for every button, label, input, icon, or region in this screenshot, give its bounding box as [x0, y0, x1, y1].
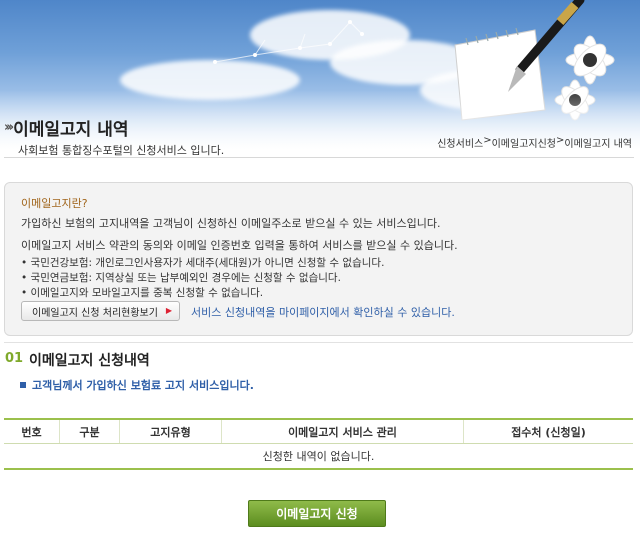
column-header-notice-type: 고지유형: [120, 420, 222, 443]
section-description: 고객님께서 가입하신 보험료 고지 서비스입니다.: [20, 377, 254, 393]
breadcrumb-item[interactable]: 신청서비스: [437, 135, 483, 150]
info-bullet: • 이메일고지와 모바일고지를 중복 신청할 수 없습니다.: [21, 287, 264, 299]
divider: [4, 157, 634, 158]
section-number: 01: [5, 351, 24, 366]
info-line: 이메일고지 서비스 약관의 동의와 이메일 인증번호 입력을 통하여 서비스를 …: [21, 239, 458, 252]
square-bullet-icon: [20, 382, 26, 388]
breadcrumb-current: 이메일고지 내역: [564, 139, 632, 150]
info-bullet: • 국민건강보험: 개인로그인사용자가 세대주(세대원)가 아니면 신청할 수 …: [21, 257, 385, 269]
column-header-received-date: 접수처 (신청일): [511, 425, 586, 439]
column-header-category: 구분: [60, 420, 120, 443]
double-chevron-icon: ›››: [4, 120, 14, 135]
application-table: 번호 구분 고지유형 이메일고지 서비스 관리 접수처 (신청일) 신청한 내역…: [4, 418, 633, 470]
info-box-title: 이메일고지란?: [21, 197, 88, 210]
info-bullet: • 국민연금보험: 지역상실 또는 납부예외인 경우에는 신청할 수 없습니다.: [21, 272, 341, 284]
arrow-right-icon: ▶: [165, 306, 172, 315]
column-header-number: 번호: [4, 420, 60, 443]
info-box: 이메일고지란? 가입하신 보험의 고지내역을 고객님이 신청하신 이메일주소로 …: [4, 182, 633, 336]
info-line: 가입하신 보험의 고지내역을 고객님이 신청하신 이메일주소로 받으실 수 있는…: [21, 217, 441, 230]
page-subtitle: 사회보험 통합징수포털의 신청서비스 입니다.: [18, 144, 225, 157]
breadcrumb: 신청서비스 > 이메일고지신청 > 이메일고지 내역: [437, 135, 632, 150]
status-view-button[interactable]: 이메일고지 신청 처리현황보기 ▶: [21, 301, 180, 321]
page-title: 이메일고지 내역: [13, 120, 129, 140]
empty-message: 신청한 내역이 없습니다.: [4, 444, 633, 470]
section-description-text: 고객님께서 가입하신 보험료 고지 서비스입니다.: [32, 379, 254, 392]
breadcrumb-separator: >: [556, 135, 565, 146]
breadcrumb-separator: >: [483, 135, 492, 146]
mypage-note: 서비스 신청내역을 마이페이지에서 확인하실 수 있습니다.: [191, 306, 455, 319]
divider: [4, 342, 633, 343]
table-header-row: 번호 구분 고지유형 이메일고지 서비스 관리 접수처 (신청일): [4, 418, 633, 444]
breadcrumb-item[interactable]: 이메일고지신청: [492, 135, 556, 150]
status-view-button-label: 이메일고지 신청 처리현황보기: [32, 307, 158, 319]
section-title: 이메일고지 신청내역: [29, 353, 150, 369]
column-header-service-management: 이메일고지 서비스 관리: [222, 420, 464, 443]
apply-email-notice-button[interactable]: 이메일고지 신청: [248, 500, 386, 527]
page-title-group: ››› 이메일고지 내역: [4, 115, 128, 140]
